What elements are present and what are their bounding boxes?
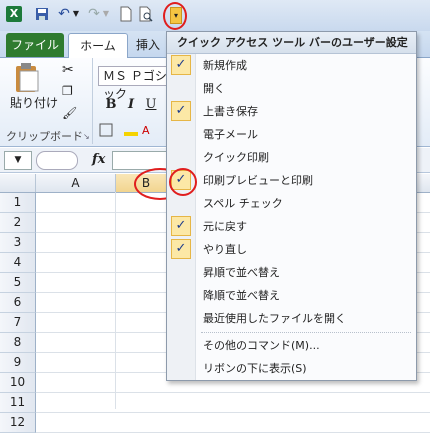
redo-dropdown-icon[interactable]: ▼: [102, 6, 110, 22]
menu-item[interactable]: 電子メール: [167, 123, 416, 146]
row-header[interactable]: 10: [0, 373, 36, 393]
menu-item-label: 最近使用したファイルを開く: [203, 312, 346, 325]
select-all-corner[interactable]: [0, 174, 36, 192]
menu-item-label: 上書き保存: [203, 105, 258, 118]
customize-qat-menu: クイック アクセス ツール バーのユーザー設定 ✓ 新規作成開く ✓ 上書き保存電子メ…: [166, 31, 417, 381]
tab-file[interactable]: ファイル: [6, 33, 64, 57]
menu-item-label: 新規作成: [203, 59, 247, 72]
font-name-box[interactable]: ＭＳ Ｐゴシック: [98, 66, 168, 101]
menu-item[interactable]: 降順で並べ替え: [167, 284, 416, 307]
row-header[interactable]: 11: [0, 393, 36, 413]
row-header[interactable]: 2: [0, 213, 36, 233]
menu-item[interactable]: 最近使用したファイルを開く: [167, 307, 416, 330]
row-header[interactable]: 6: [0, 293, 36, 313]
menu-item[interactable]: ✓ 元に戻す: [167, 215, 416, 238]
menu-item[interactable]: スペル チェック: [167, 192, 416, 215]
menu-item[interactable]: 昇順で並べ替え: [167, 261, 416, 284]
grid-row[interactable]: [36, 393, 430, 413]
menu-item-label: 印刷プレビューと印刷: [203, 174, 313, 187]
menu-item-label: 開く: [203, 82, 225, 95]
row-header[interactable]: 1: [0, 193, 36, 213]
menu-item[interactable]: ✓ 新規作成: [167, 54, 416, 77]
excel-app-icon[interactable]: X: [6, 6, 22, 22]
tab-home[interactable]: ホーム: [68, 33, 128, 58]
grid-row[interactable]: [36, 413, 430, 433]
menu-item-label: スペル チェック: [203, 197, 283, 210]
bold-button[interactable]: B: [102, 96, 120, 114]
insert-function-icon[interactable]: fx: [92, 152, 105, 167]
italic-button[interactable]: I: [122, 96, 140, 114]
checkmark-icon: ✓: [171, 216, 191, 236]
column-header-a[interactable]: A: [36, 174, 116, 192]
redo-icon[interactable]: ↷: [86, 6, 102, 22]
row-header[interactable]: 9: [0, 353, 36, 373]
paste-icon[interactable]: [12, 62, 42, 94]
menu-item-label: その他のコマンド(M)...: [203, 339, 320, 352]
border-fill-controls[interactable]: A: [98, 122, 158, 138]
cut-icon[interactable]: ✂: [62, 62, 74, 78]
quick-access-toolbar: X ↶ ▼ ↷ ▼ ▾: [0, 0, 430, 31]
row-header[interactable]: 8: [0, 333, 36, 353]
row-header[interactable]: 12: [0, 413, 36, 433]
checkmark-icon: ✓: [171, 55, 191, 75]
print-preview-icon[interactable]: [138, 6, 154, 22]
menu-item-label: 元に戻す: [203, 220, 247, 233]
copy-icon[interactable]: ❐: [62, 84, 73, 98]
check-highlight-circle: [169, 168, 197, 196]
undo-icon[interactable]: ↶: [56, 6, 72, 22]
new-icon[interactable]: [118, 6, 134, 22]
menu-item[interactable]: ✓ 上書き保存: [167, 100, 416, 123]
menu-item-label: 降順で並べ替え: [203, 289, 280, 302]
menu-item-label: クイック印刷: [203, 151, 269, 164]
tab-insert[interactable]: 挿入: [130, 33, 166, 57]
checkmark-icon: ✓: [171, 101, 191, 121]
menu-item-show-below-ribbon[interactable]: リボンの下に表示(S): [167, 357, 416, 380]
menu-title: クイック アクセス ツール バーのユーザー設定: [167, 32, 416, 54]
menu-item-label: 電子メール: [203, 128, 258, 141]
paste-button-label[interactable]: 貼り付け: [10, 94, 58, 111]
row-header[interactable]: 4: [0, 253, 36, 273]
name-box-resize[interactable]: [36, 151, 78, 170]
clipboard-launcher-icon[interactable]: ↘: [83, 132, 90, 141]
format-painter-icon[interactable]: 🖌: [62, 106, 77, 120]
menu-item[interactable]: 開く: [167, 77, 416, 100]
row-header[interactable]: 3: [0, 233, 36, 253]
checkmark-icon: ✓: [171, 239, 191, 259]
save-icon[interactable]: [34, 6, 50, 22]
menu-item-label: やり直し: [203, 243, 247, 256]
menu-item-label: リボンの下に表示(S): [203, 362, 307, 375]
underline-button[interactable]: U: [142, 96, 160, 114]
menu-item-label: 昇順で並べ替え: [203, 266, 280, 279]
menu-item[interactable]: クイック印刷: [167, 146, 416, 169]
svg-text:A: A: [142, 124, 150, 137]
clipboard-group-label: クリップボード: [6, 130, 83, 143]
menu-separator: [201, 332, 411, 333]
row-header[interactable]: 5: [0, 273, 36, 293]
name-box-dropdown[interactable]: ▼: [4, 151, 32, 170]
group-divider: [92, 58, 93, 144]
undo-dropdown-icon[interactable]: ▼: [72, 6, 80, 22]
row-header[interactable]: 7: [0, 313, 36, 333]
qat-highlight-circle: [163, 2, 187, 30]
menu-item[interactable]: ✓ 印刷プレビューと印刷: [167, 169, 416, 192]
menu-item[interactable]: ✓ やり直し: [167, 238, 416, 261]
menu-item-more-commands[interactable]: その他のコマンド(M)...: [167, 334, 416, 357]
